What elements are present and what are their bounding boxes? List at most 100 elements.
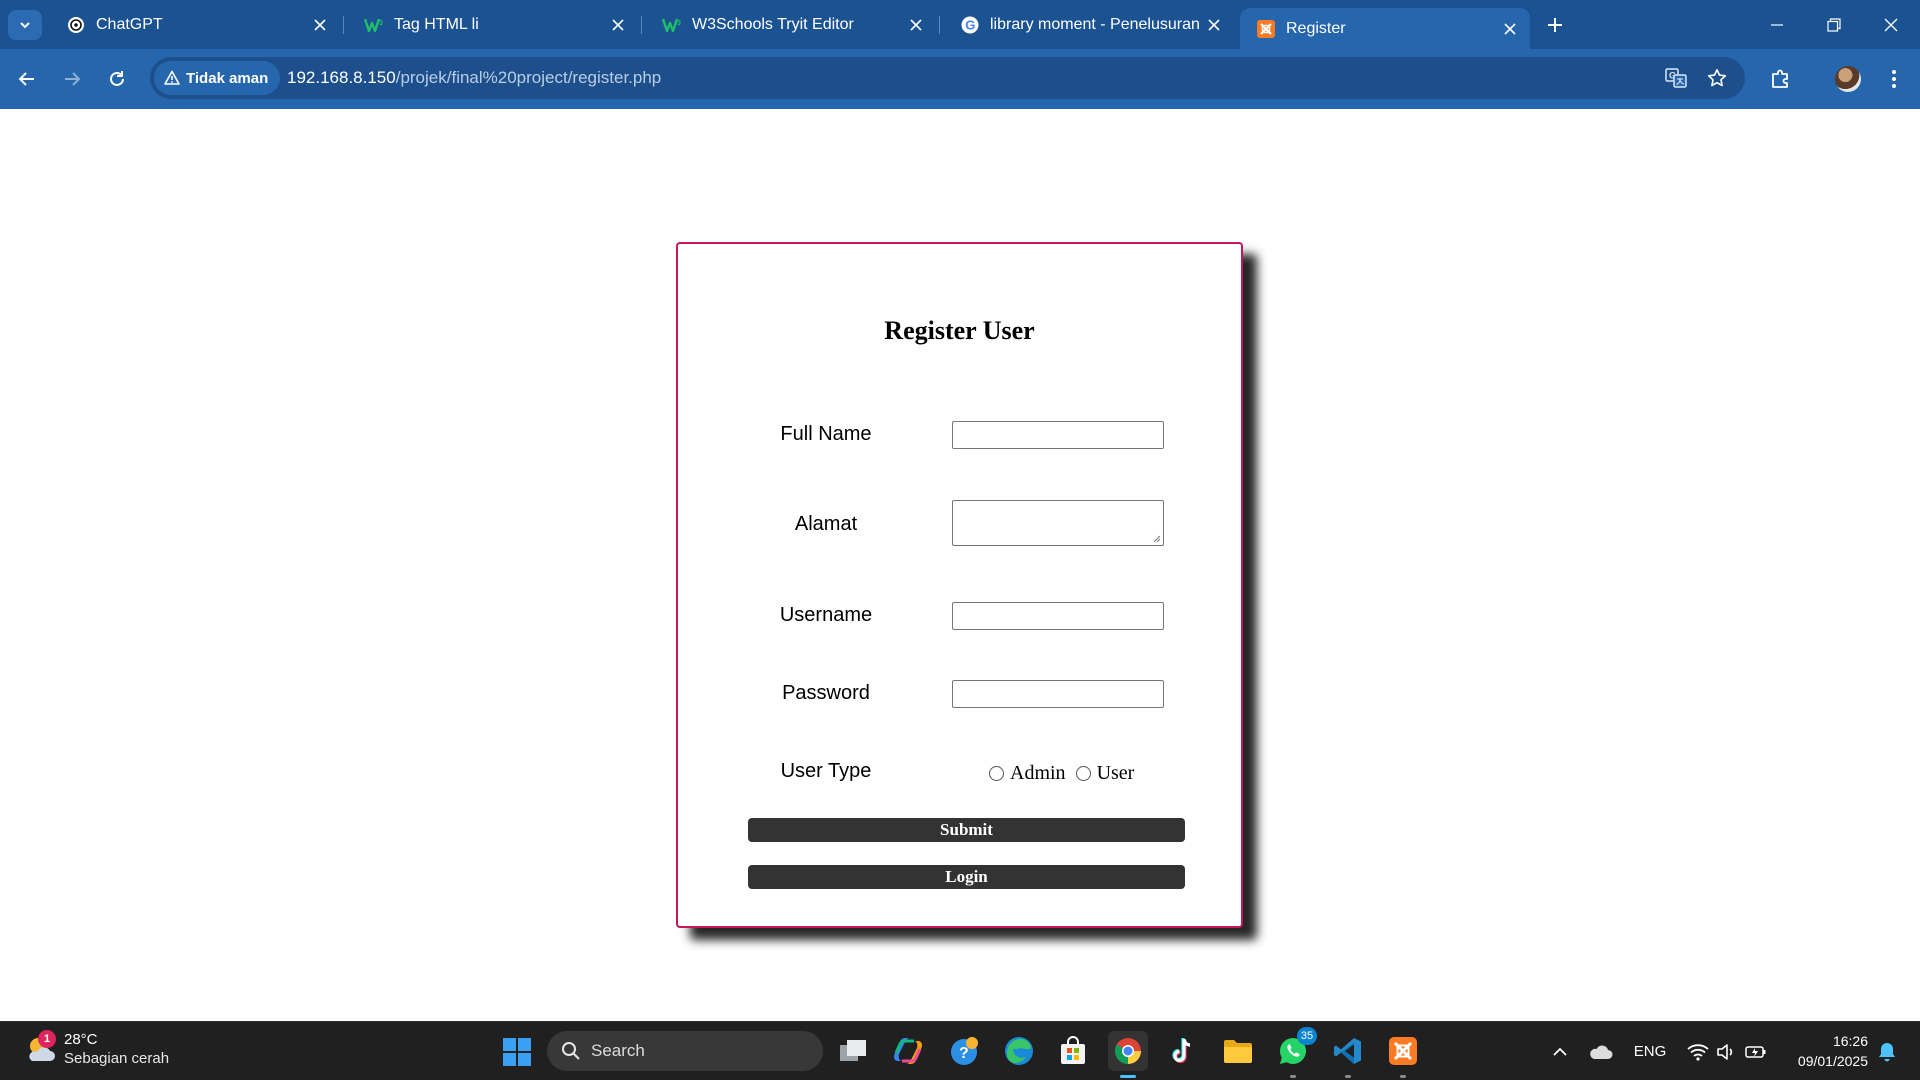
tab-search-button[interactable] [8,10,42,40]
xampp-icon [1256,19,1276,39]
clock-time: 16:26 [1832,1033,1868,1049]
user-type-radio-group: Admin User [989,762,1144,785]
folder-icon [1224,1040,1252,1063]
arrow-right-icon [65,72,81,86]
admin-radio-label[interactable]: Admin [1010,762,1066,785]
translate-button[interactable]: G [1662,64,1690,92]
menu-button[interactable] [1876,61,1912,97]
weather-description: Sebagian cerah [64,1050,170,1067]
close-icon [1884,18,1898,31]
page-title: Register User [884,316,1035,345]
address-bar[interactable]: Tidak aman 192.168.8.150/projek/final%20… [150,57,1745,99]
edge-button[interactable] [999,1031,1039,1071]
close-window-button[interactable] [1863,0,1919,49]
notifications-button[interactable] [1872,1022,1902,1080]
username-label: Username [779,604,873,626]
svg-text:3: 3 [677,20,681,27]
url-text[interactable]: 192.168.8.150/projek/final%20project/reg… [287,68,661,88]
tab-title: Tag HTML li [394,15,479,33]
battery-charging-icon [1745,1045,1766,1058]
wifi-button[interactable] [1683,1022,1713,1080]
volume-button[interactable] [1712,1022,1740,1080]
reload-button[interactable] [99,61,135,97]
password-label: Password [782,682,870,704]
forward-button[interactable] [54,61,90,97]
close-icon[interactable] [606,13,630,37]
full-name-input[interactable] [952,421,1164,449]
security-label: Tidak aman [186,69,269,87]
get-help-button[interactable]: ? [944,1031,984,1071]
tab-strip: ChatGPT 3 Tag HTML li 3 W3Schools Tryit … [0,0,1920,49]
password-input[interactable] [952,680,1164,708]
tab-chatgpt[interactable]: ChatGPT [50,8,340,41]
browser-toolbar: Tidak aman 192.168.8.150/projek/final%20… [0,49,1920,109]
alamat-label: Alamat [794,513,858,535]
search-placeholder: Search [591,1041,645,1060]
resize-grip-icon[interactable] [1152,534,1161,543]
restore-button[interactable] [1806,0,1862,49]
extensions-button[interactable] [1763,61,1799,97]
alamat-textarea[interactable] [952,500,1164,546]
minimize-button[interactable] [1749,0,1805,49]
whatsapp-button[interactable]: 35 [1273,1027,1317,1078]
tiktok-icon [1172,1038,1191,1064]
chatgpt-icon [66,15,86,35]
windows-start-button[interactable] [503,1038,531,1066]
close-icon[interactable] [308,13,332,37]
close-icon[interactable] [1202,13,1226,37]
xampp-button[interactable] [1383,1031,1423,1078]
tiktok-button[interactable] [1163,1031,1203,1071]
kebab-menu-icon [1892,70,1896,88]
windows-logo-icon [503,1038,516,1051]
admin-radio[interactable] [989,766,1004,781]
speaker-icon [1717,1043,1733,1060]
weather-widget[interactable]: 1 28°C Sebagian cerah [24,1030,169,1068]
copilot-icon [894,1038,922,1064]
user-radio[interactable] [1075,766,1091,781]
file-explorer-button[interactable] [1218,1031,1258,1071]
language-indicator[interactable]: ENG [1627,1022,1673,1080]
onedrive-button[interactable] [1586,1022,1616,1080]
chrome-button[interactable] [1108,1031,1148,1078]
url-path: /projek/final%20project/register.php [395,68,662,87]
user-radio-label[interactable]: User [1097,762,1135,785]
cloud-icon [1590,1044,1613,1059]
bell-icon [1879,1042,1895,1061]
new-tab-button[interactable] [1540,12,1570,38]
close-icon[interactable] [904,13,928,37]
bookmark-button[interactable] [1703,64,1731,92]
back-button[interactable] [9,61,45,97]
battery-button[interactable] [1741,1022,1771,1080]
svg-text:G: G [965,17,975,32]
warning-icon [164,70,180,85]
taskbar-search[interactable]: Search [547,1031,823,1071]
search-icon [562,1042,580,1060]
tab-title: ChatGPT [96,15,163,33]
tab-w3schools-tryit[interactable]: 3 W3Schools Tryit Editor [646,8,936,41]
tab-google-search[interactable]: G library moment - Penelusuran Google [944,8,1234,41]
tab-title: library moment - Penelusuran Google [990,15,1202,33]
copilot-button[interactable] [888,1031,928,1071]
tab-title: Register [1286,19,1346,37]
tab-separator [939,16,940,34]
tab-tag-html-li[interactable]: 3 Tag HTML li [348,8,638,41]
tab-register[interactable]: Register [1240,8,1530,49]
task-view-button[interactable] [834,1031,874,1071]
profile-button[interactable] [1830,61,1866,97]
login-button[interactable]: Login [748,865,1185,889]
close-icon[interactable] [1498,17,1522,41]
security-indicator[interactable]: Tidak aman [154,61,281,95]
clock-date: 09/01/2025 [1797,1053,1868,1069]
clock[interactable]: 16:26 09/01/2025 [1778,1031,1868,1071]
notification-badge: 35 [1297,1027,1317,1045]
help-icon: ? [951,1037,978,1065]
microsoft-store-button[interactable] [1053,1031,1093,1071]
vscode-button[interactable] [1328,1031,1368,1078]
username-input[interactable] [952,602,1164,630]
submit-button[interactable]: Submit [748,818,1185,842]
svg-text:3: 3 [379,20,383,27]
wifi-icon [1687,1043,1709,1061]
task-view-icon [840,1040,866,1061]
chevron-down-icon [20,22,30,29]
show-hidden-icons-button[interactable] [1547,1022,1573,1080]
